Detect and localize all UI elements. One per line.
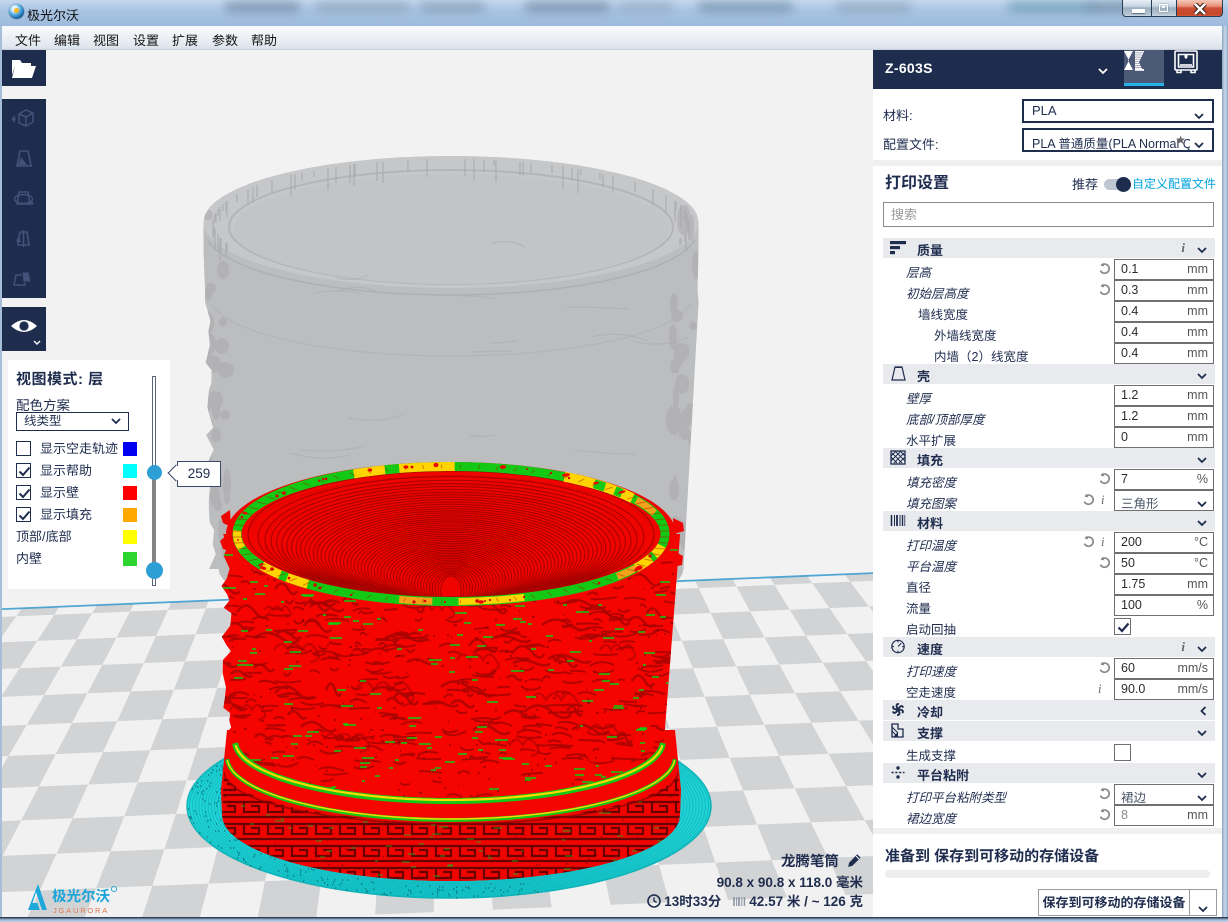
- svg-text:JGAURORA: JGAURORA: [53, 906, 109, 915]
- svg-text:极光尔沃: 极光尔沃: [52, 885, 110, 906]
